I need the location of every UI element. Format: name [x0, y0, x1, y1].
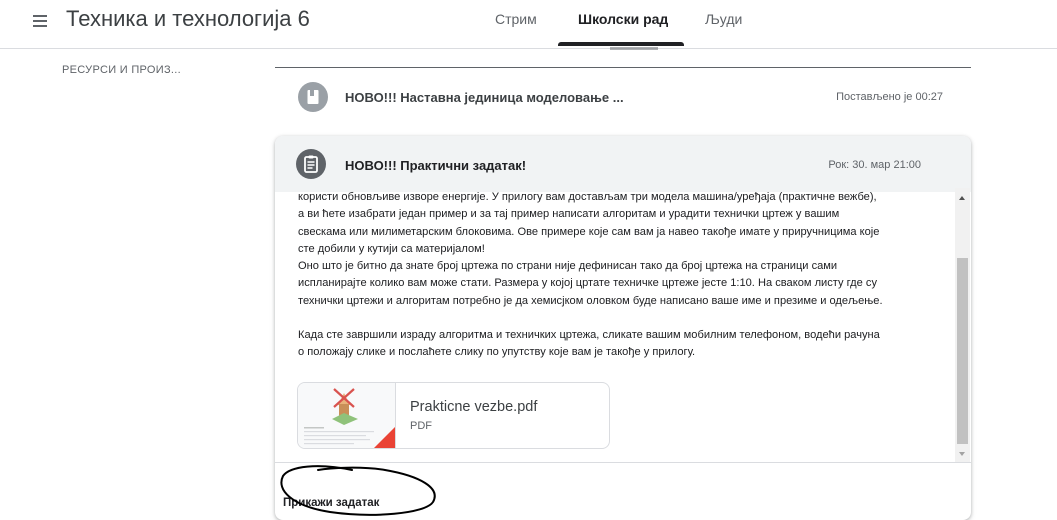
- attachment-name: Prakticne vezbe.pdf: [410, 399, 538, 415]
- description-line: испланирајте колико вам може стати. Разм…: [298, 277, 877, 290]
- tab-stream[interactable]: Стрим: [495, 0, 537, 44]
- description-line: Када сте завршили израду алгоритма и тех…: [298, 329, 880, 342]
- card-footer-divider: [275, 462, 971, 463]
- scroll-down-arrow-icon[interactable]: [959, 452, 965, 456]
- active-tab-indicator: [558, 42, 684, 46]
- attachment-type: PDF: [410, 420, 432, 432]
- hidden-heading-fragment: [610, 47, 658, 50]
- bookmark-icon: [298, 82, 328, 112]
- pdf-thumbnail: [298, 383, 396, 448]
- description-line: користи обновљиве изворе енергије. У при…: [298, 191, 877, 203]
- tab-people[interactable]: Људи: [705, 0, 742, 44]
- assignment-card: НОВО!!! Практични задатак! Рок: 30. мар …: [275, 136, 971, 520]
- tab-classwork[interactable]: Школски рад: [578, 0, 668, 44]
- assignment-title: НОВО!!! Практични задатак!: [345, 158, 527, 173]
- scroll-up-arrow-icon[interactable]: [959, 196, 965, 200]
- description-scrollbar[interactable]: [955, 188, 970, 462]
- top-app-bar: Техника и технологија 6 Стрим Школски ра…: [0, 0, 1057, 49]
- attachment-card[interactable]: Prakticne vezbe.pdf PDF: [297, 382, 610, 449]
- description-gap: [298, 310, 938, 327]
- description-line: технички цртежи и алгоритам потребно је …: [298, 294, 883, 307]
- topic-filter-link[interactable]: РЕСУРСИ И ПРОИЗ...: [62, 64, 181, 76]
- scroll-thumb[interactable]: [957, 258, 968, 444]
- due-date: Рок: 30. мар 21:00: [828, 159, 921, 171]
- description-line: о положају слике и послаћете слику по уп…: [298, 346, 696, 359]
- topic-divider: [275, 67, 971, 68]
- description-line: свескама или милиметарским блоковима. Ов…: [298, 225, 880, 238]
- material-list-item[interactable]: НОВО!!! Наставна јединица моделовање ...…: [275, 73, 971, 123]
- description-line: сте добили у кутији са материјалом!: [298, 242, 485, 255]
- assignment-header[interactable]: НОВО!!! Практични задатак! Рок: 30. мар …: [275, 136, 971, 192]
- view-assignment-button[interactable]: Прикажи задатак: [283, 497, 379, 509]
- pdf-file-type-icon: [374, 427, 395, 448]
- assignment-icon: [296, 149, 326, 179]
- assignment-description: користи обновљиве изворе енергије. У при…: [298, 189, 938, 362]
- class-title[interactable]: Техника и технологија 6: [66, 6, 310, 32]
- hamburger-menu-icon[interactable]: [30, 12, 52, 30]
- posted-time: Постављено је 00:27: [836, 91, 943, 103]
- material-title: НОВО!!! Наставна јединица моделовање ...: [345, 90, 624, 105]
- description-line: а ви ћете изабрати један пример и за тај…: [298, 208, 840, 221]
- description-line: Оно што је битно да знате број цртежа по…: [298, 260, 838, 273]
